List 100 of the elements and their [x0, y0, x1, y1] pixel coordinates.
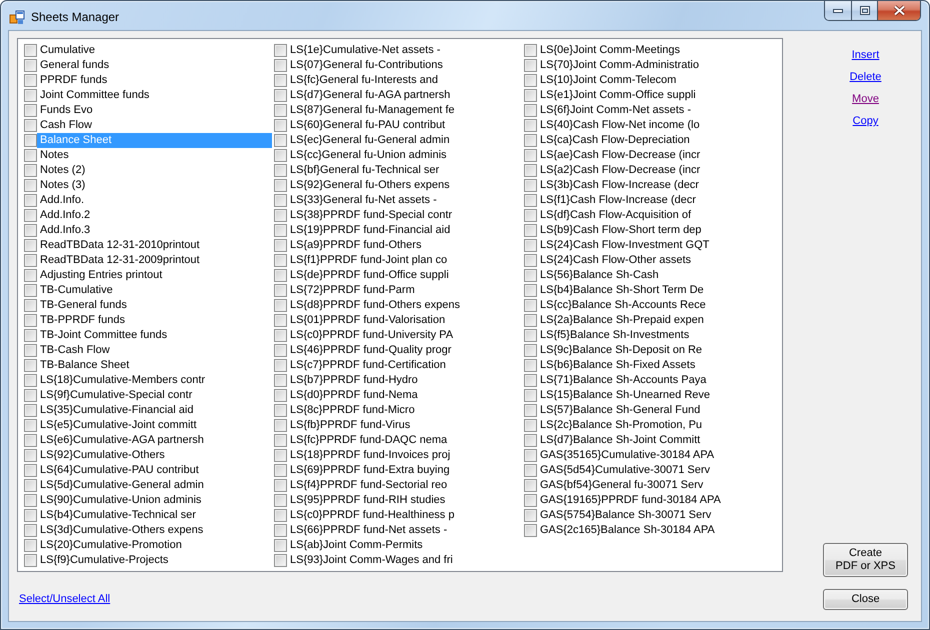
checkbox[interactable]: [274, 89, 287, 102]
checkbox[interactable]: [524, 194, 537, 207]
checkbox[interactable]: [524, 254, 537, 267]
sheet-action-link[interactable]: Copy: [852, 114, 878, 129]
checkbox[interactable]: [524, 209, 537, 222]
sheet-list-item[interactable]: LS{e5}Cumulative-Joint committ: [37, 418, 272, 433]
checkbox[interactable]: [274, 344, 287, 357]
checkbox[interactable]: [524, 344, 537, 357]
sheet-list-item[interactable]: LS{d0}PPRDF fund-Nema: [287, 388, 522, 403]
checkbox[interactable]: [24, 314, 37, 327]
sheet-list-item[interactable]: LS{18}PPRDF fund-Invoices proj: [287, 448, 522, 463]
sheet-list-item[interactable]: LS{38}PPRDF fund-Special contr: [287, 208, 522, 223]
checkbox[interactable]: [274, 419, 287, 432]
checkbox[interactable]: [524, 359, 537, 372]
checkbox[interactable]: [274, 509, 287, 522]
sheet-list-item[interactable]: LS{3b}Cash Flow-Increase (decr: [537, 178, 772, 193]
checkbox[interactable]: [524, 59, 537, 72]
checkbox[interactable]: [24, 524, 37, 537]
sheet-list-item[interactable]: General funds: [37, 58, 272, 73]
checkbox[interactable]: [24, 359, 37, 372]
close-button[interactable]: Close: [823, 588, 908, 610]
sheet-list-item[interactable]: LS{57}Balance Sh-General Fund: [537, 403, 772, 418]
checkbox[interactable]: [524, 74, 537, 87]
sheet-list-item[interactable]: LS{35}Cumulative-Financial aid: [37, 403, 272, 418]
sheet-list-item[interactable]: LS{2a}Balance Sh-Prepaid expen: [537, 313, 772, 328]
sheet-list-item[interactable]: TB-Cumulative: [37, 283, 272, 298]
sheet-list-item[interactable]: GAS{5d54}Cumulative-30071 Serv: [537, 463, 772, 478]
checkbox[interactable]: [524, 434, 537, 447]
close-window-button[interactable]: [877, 1, 920, 20]
checkbox[interactable]: [274, 284, 287, 297]
sheet-list-item[interactable]: LS{2c}Balance Sh-Promotion, Pu: [537, 418, 772, 433]
checkbox[interactable]: [274, 239, 287, 252]
sheet-list-item[interactable]: LS{70}Joint Comm-Administratio: [537, 58, 772, 73]
sheet-list-item[interactable]: LS{3d}Cumulative-Others expens: [37, 523, 272, 538]
sheet-list-item[interactable]: LS{a2}Cash Flow-Decrease (incr: [537, 163, 772, 178]
checkbox[interactable]: [24, 554, 37, 567]
sheet-list-item[interactable]: LS{fc}PPRDF fund-DAQC nema: [287, 433, 522, 448]
select-all-link[interactable]: Select/Unselect All: [19, 592, 110, 606]
checkbox[interactable]: [24, 299, 37, 312]
sheet-list-item[interactable]: ReadTBData 12-31-2009printout: [37, 253, 272, 268]
sheet-list-item[interactable]: LS{60}General fu-PAU contribut: [287, 118, 522, 133]
checkbox[interactable]: [274, 464, 287, 477]
sheet-list-item[interactable]: LS{15}Balance Sh-Unearned Reve: [537, 388, 772, 403]
sheet-list-item[interactable]: GAS{19165}PPRDF fund-30184 APA: [537, 493, 772, 508]
checkbox[interactable]: [274, 299, 287, 312]
checkbox[interactable]: [274, 134, 287, 147]
sheet-list-item[interactable]: LS{b4}Cumulative-Technical ser: [37, 508, 272, 523]
checkbox[interactable]: [274, 554, 287, 567]
checkbox[interactable]: [24, 464, 37, 477]
sheet-list-item[interactable]: LS{fc}General fu-Interests and: [287, 73, 522, 88]
checkbox[interactable]: [24, 89, 37, 102]
sheet-list-item[interactable]: LS{8c}PPRDF fund-Micro: [287, 403, 522, 418]
sheet-list-item[interactable]: Notes: [37, 148, 272, 163]
sheet-list-item[interactable]: TB-Balance Sheet: [37, 358, 272, 373]
sheet-list-item[interactable]: LS{b9}Cash Flow-Short term dep: [537, 223, 772, 238]
sheet-list-item[interactable]: Notes (2): [37, 163, 272, 178]
sheet-list-item[interactable]: LS{56}Balance Sh-Cash: [537, 268, 772, 283]
sheet-list-item[interactable]: LS{cc}General fu-Union adminis: [287, 148, 522, 163]
sheet-action-link[interactable]: Move: [852, 92, 879, 107]
sheet-list-item[interactable]: Adjusting Entries printout: [37, 268, 272, 283]
checkbox[interactable]: [524, 449, 537, 462]
sheet-list-item[interactable]: Joint Committee funds: [37, 88, 272, 103]
checkbox[interactable]: [24, 284, 37, 297]
sheet-list-item[interactable]: LS{5d}Cumulative-General admin: [37, 478, 272, 493]
sheet-list-item[interactable]: LS{b4}Balance Sh-Short Term De: [537, 283, 772, 298]
checkbox[interactable]: [274, 104, 287, 117]
sheet-action-link[interactable]: Insert: [852, 48, 880, 63]
checkbox[interactable]: [524, 299, 537, 312]
checkbox[interactable]: [24, 374, 37, 387]
sheet-list-item[interactable]: LS{18}Cumulative-Members contr: [37, 373, 272, 388]
checkbox[interactable]: [24, 254, 37, 267]
checkbox[interactable]: [524, 224, 537, 237]
sheet-list-item[interactable]: LS{10}Joint Comm-Telecom: [537, 73, 772, 88]
checkbox[interactable]: [274, 164, 287, 177]
checkbox[interactable]: [24, 539, 37, 552]
sheet-list-item[interactable]: ReadTBData 12-31-2010printout: [37, 238, 272, 253]
sheet-list-item[interactable]: TB-PPRDF funds: [37, 313, 272, 328]
checkbox[interactable]: [524, 89, 537, 102]
sheet-list-item[interactable]: Funds Evo: [37, 103, 272, 118]
checkbox[interactable]: [524, 479, 537, 492]
checkbox[interactable]: [24, 119, 37, 132]
sheet-list-item[interactable]: LS{71}Balance Sh-Accounts Paya: [537, 373, 772, 388]
sheet-list-item[interactable]: LS{f1}Cash Flow-Increase (decr: [537, 193, 772, 208]
checkbox[interactable]: [24, 209, 37, 222]
checkbox[interactable]: [24, 149, 37, 162]
checkbox[interactable]: [274, 329, 287, 342]
sheet-list-item[interactable]: LS{ca}Cash Flow-Depreciation: [537, 133, 772, 148]
checkbox[interactable]: [274, 494, 287, 507]
checkbox[interactable]: [24, 494, 37, 507]
sheet-list-item[interactable]: LS{c0}PPRDF fund-University PA: [287, 328, 522, 343]
checkbox[interactable]: [274, 119, 287, 132]
maximize-button[interactable]: [851, 1, 877, 20]
checkbox[interactable]: [274, 59, 287, 72]
checkbox[interactable]: [24, 179, 37, 192]
checkbox[interactable]: [24, 449, 37, 462]
checkbox[interactable]: [274, 74, 287, 87]
checkbox[interactable]: [524, 524, 537, 537]
checkbox[interactable]: [274, 314, 287, 327]
checkbox[interactable]: [24, 479, 37, 492]
checkbox[interactable]: [524, 149, 537, 162]
